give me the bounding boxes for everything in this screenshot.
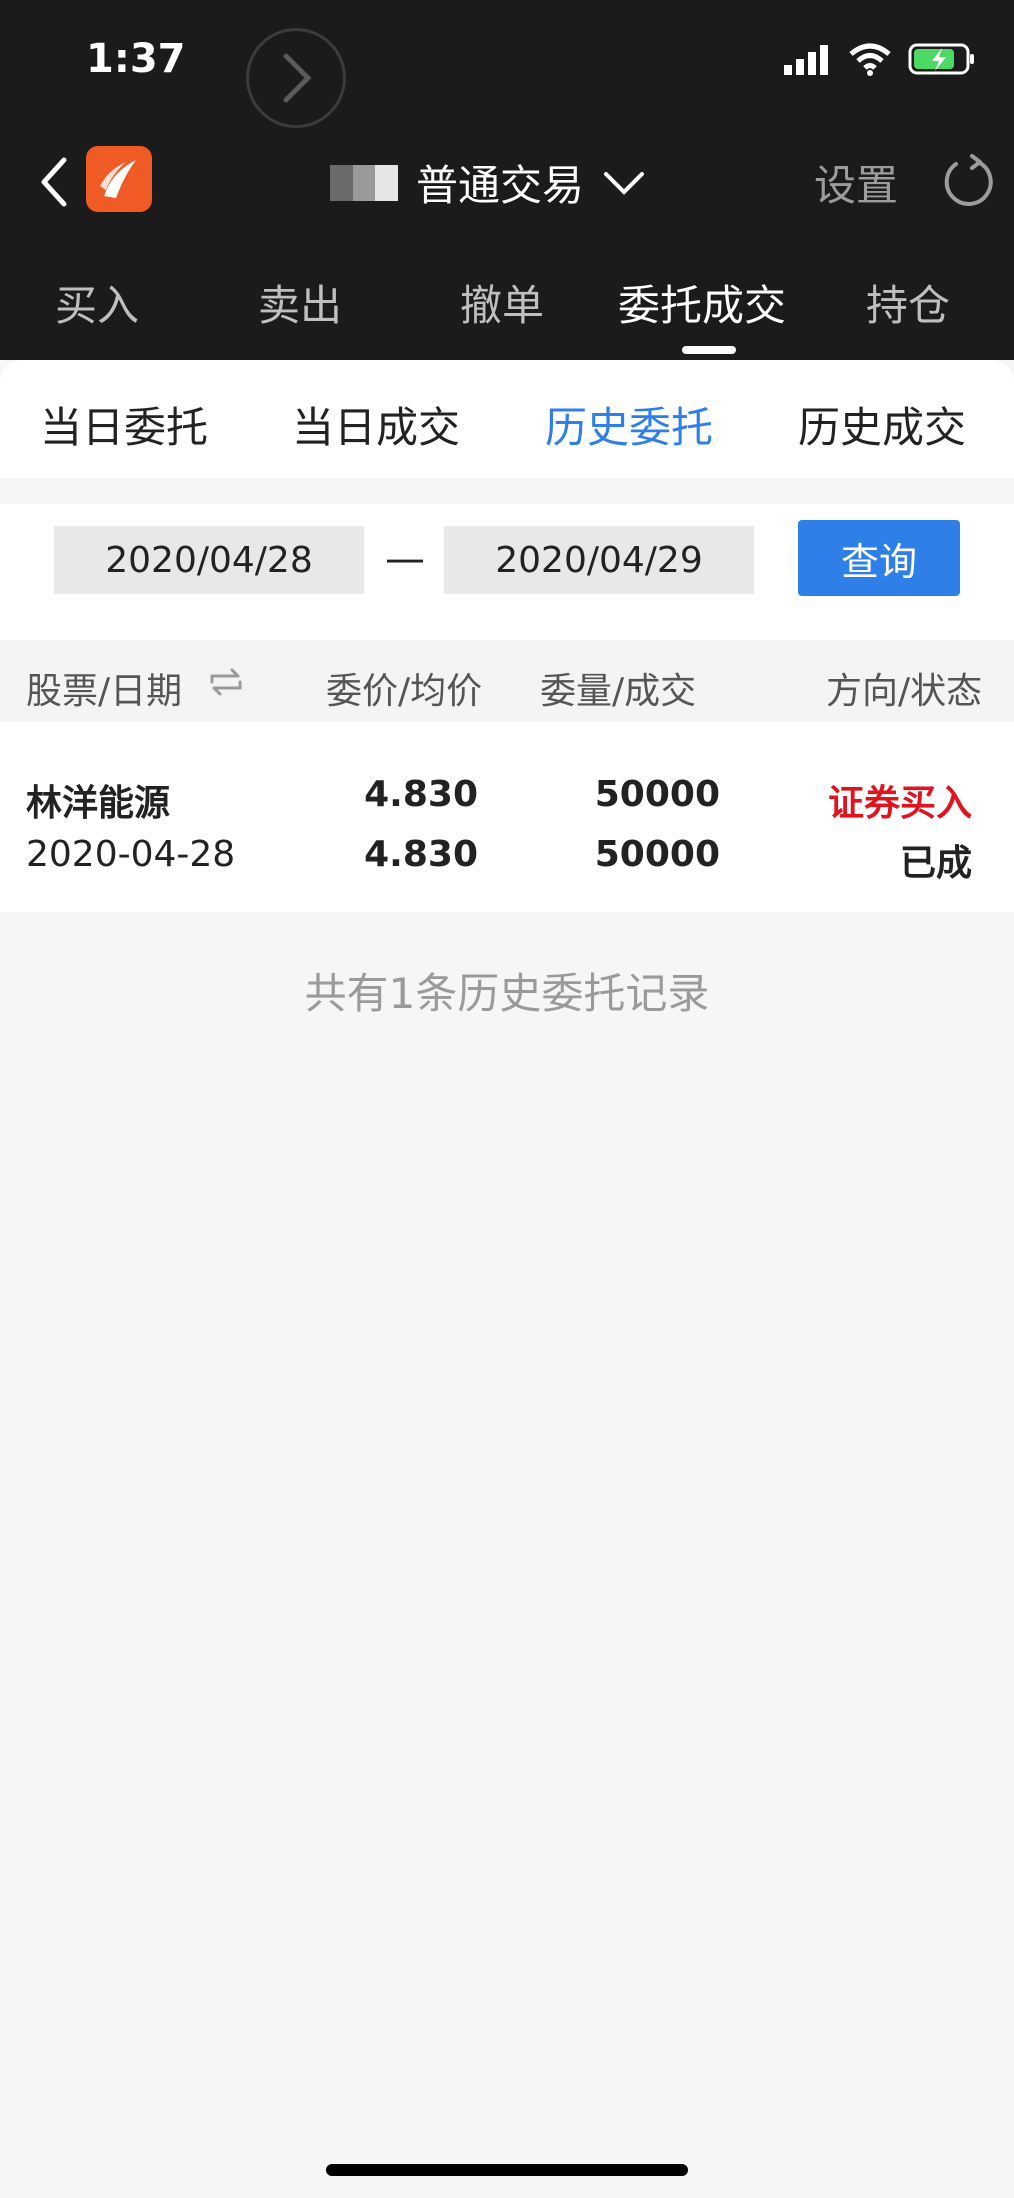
- status-time: 1:37: [86, 36, 186, 82]
- status-indicators: [784, 42, 976, 76]
- status-bar: 1:37: [0, 0, 1014, 130]
- query-button[interactable]: 查询: [798, 520, 960, 596]
- app-logo: [86, 146, 152, 212]
- order-price: 4.830: [364, 774, 478, 815]
- sub-tabs: 当日委托 当日成交 历史委托 历史成交: [0, 360, 1014, 478]
- subtab-history-orders[interactable]: 历史委托: [545, 394, 713, 455]
- battery-charging-icon: [908, 43, 974, 75]
- masked-account: [330, 164, 399, 201]
- tab-sell[interactable]: 卖出: [258, 272, 342, 333]
- end-date-picker[interactable]: 2020/04/29: [444, 526, 754, 594]
- forward-icon[interactable]: [246, 28, 346, 128]
- trade-tabs: 买入 卖出 撤单 委托成交 持仓: [0, 250, 1014, 360]
- header-stock-date: 股票/日期: [26, 671, 183, 712]
- swap-sort-icon[interactable]: [206, 664, 246, 709]
- wifi-icon: [849, 43, 891, 76]
- nav-bar: 普通交易 设置: [0, 130, 1014, 250]
- start-date-picker[interactable]: 2020/04/28: [54, 526, 364, 594]
- tab-buy[interactable]: 买入: [55, 272, 139, 333]
- tab-positions[interactable]: 持仓: [866, 272, 950, 333]
- chevron-down-icon: [604, 171, 645, 195]
- tab-cancel[interactable]: 撤单: [460, 272, 544, 333]
- subtab-history-trades[interactable]: 历史成交: [798, 394, 966, 455]
- avg-price: 4.830: [364, 834, 478, 875]
- active-tab-indicator: [682, 346, 736, 354]
- table-header: 股票/日期 委价/均价 委量/成交 方向/状态: [0, 640, 1014, 722]
- back-icon[interactable]: [36, 152, 72, 216]
- date-separator: —: [385, 536, 425, 582]
- order-date: 2020-04-28: [26, 834, 236, 875]
- refresh-icon[interactable]: [938, 152, 994, 216]
- table-row[interactable]: 林洋能源 2020-04-28 4.830 4.830 50000 50000 …: [0, 722, 1014, 912]
- stock-name: 林洋能源: [26, 783, 171, 824]
- header-quantity: 委量/成交: [540, 671, 697, 712]
- signal-icon: [784, 45, 828, 75]
- tab-orders-trades[interactable]: 委托成交: [618, 272, 786, 333]
- record-summary: 共有1条历史委托记录: [304, 969, 710, 1018]
- home-indicator[interactable]: [326, 2164, 688, 2176]
- account-switcher[interactable]: 普通交易: [330, 152, 646, 213]
- date-range-row: 2020/04/28 — 2020/04/29 查询: [0, 504, 1014, 640]
- status-label: 已成: [899, 843, 972, 884]
- header-price: 委价/均价: [326, 671, 483, 712]
- settings-button[interactable]: 设置: [814, 152, 898, 213]
- subtab-today-orders[interactable]: 当日委托: [40, 394, 208, 455]
- filled-quantity: 50000: [594, 834, 720, 875]
- direction-label: 证券买入: [827, 783, 972, 824]
- header-direction-status: 方向/状态: [826, 671, 983, 712]
- page-title: 普通交易: [416, 161, 585, 210]
- subtab-today-trades[interactable]: 当日成交: [292, 394, 460, 455]
- order-quantity: 50000: [594, 774, 720, 815]
